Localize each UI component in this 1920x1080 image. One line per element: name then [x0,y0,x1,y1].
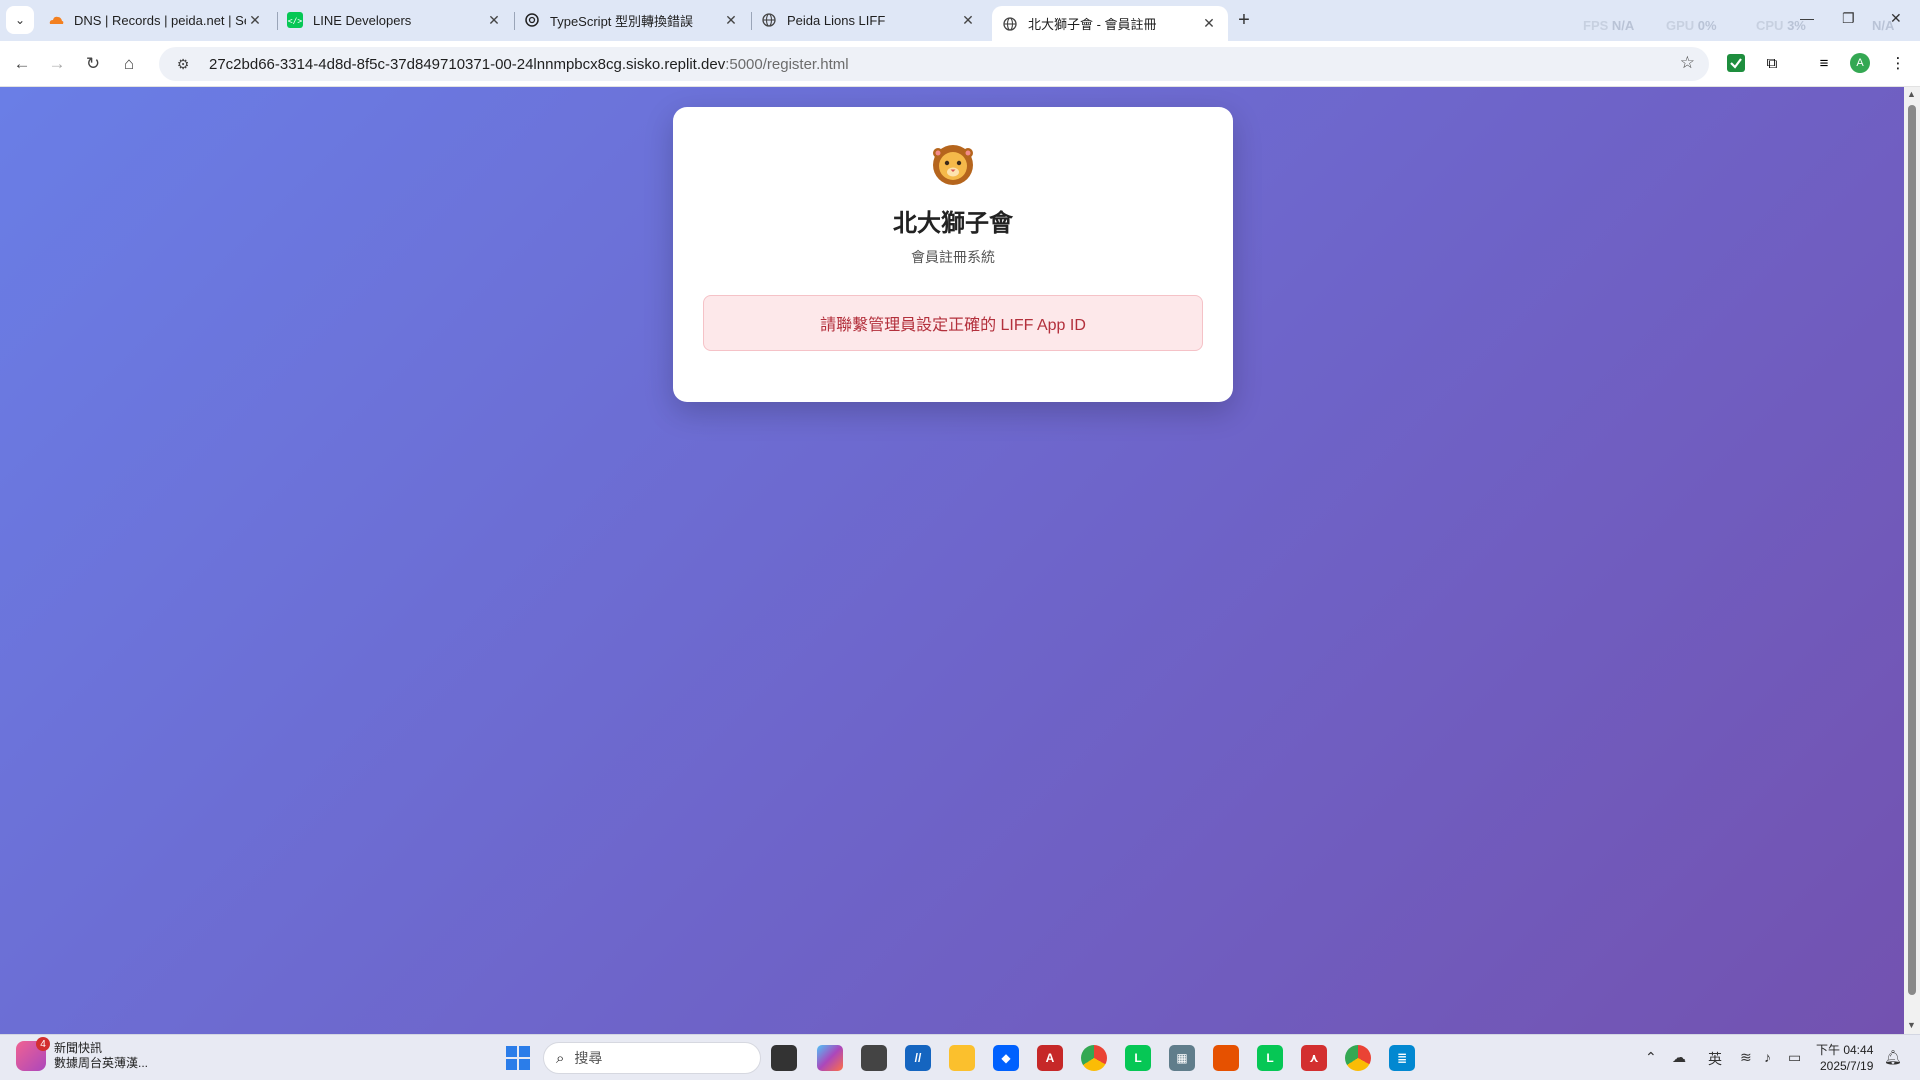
file-explorer-icon[interactable] [949,1045,975,1071]
line-icon-2[interactable]: L [1257,1045,1283,1071]
taskbar-search[interactable]: ⌕ 搜尋 [543,1042,761,1074]
page-background: 北大獅子會 會員註冊系統 請聯繫管理員設定正確的 LIFF App ID [0,87,1904,1034]
home-icon[interactable]: ⌂ [116,51,142,77]
tab-search-button[interactable]: ⌄ [6,6,34,34]
globe-icon [761,12,777,28]
tab-peida-lions-liff[interactable]: Peida Lions LIFF ✕ [751,6,987,34]
close-icon[interactable]: ✕ [1200,15,1218,32]
svg-text:</>: </> [288,17,303,26]
clock-time: 下午 04:44 [1816,1043,1874,1057]
line-dev-icon: </> [287,12,303,28]
more-menu-icon[interactable]: ⋮ [1887,52,1909,74]
calculator-icon[interactable]: ▦ [1169,1045,1195,1071]
cloudflare-icon [48,12,64,28]
globe-icon [1002,16,1018,32]
news-text: 新聞快訊 數據周台英薄漢... [54,1041,148,1071]
news-icon: 4 [16,1037,50,1071]
page-title: 北大獅子會 [893,210,1013,237]
news-widget[interactable]: 4 新聞快訊 數據周台英薄漢... [16,1037,148,1071]
site-info-icon[interactable]: ⚙ [169,56,197,73]
error-alert: 請聯繫管理員設定正確的 LIFF App ID [703,295,1203,351]
close-icon[interactable]: ✕ [485,12,503,29]
volume-icon[interactable]: ♪ [1764,1049,1771,1065]
perf-cpu: CPU 3% [1756,18,1806,33]
url-host: 27c2bd66-3314-4d8d-8f5c-37d849710371-00-… [209,55,726,73]
tab-title: TypeScript 型別轉換錯誤 [550,13,694,29]
url-path: :5000/register.html [725,55,849,73]
page-subtitle: 會員註冊系統 [911,249,995,265]
openai-icon [524,12,540,28]
clock[interactable]: 下午 04:44 2025/7/19 [1816,1042,1873,1074]
windows-start-icon[interactable] [506,1046,530,1070]
avatar[interactable]: A [1849,52,1871,74]
tab-typescript[interactable]: TypeScript 型別轉換錯誤 ✕ [514,6,750,34]
address-bar[interactable]: ⚙ 27c2bd66-3314-4d8d-8f5c-37d849710371-0… [159,47,1709,81]
chrome-icon-2[interactable] [1345,1045,1371,1071]
tab-register-active[interactable]: 北大獅子會 - 會員註冊 ✕ [992,6,1228,41]
profile-initial: A [1850,53,1870,73]
notification-icon[interactable]: 🔔︎ [1884,1049,1902,1066]
perf-fps: FPS N/A [1583,18,1635,33]
extension-check-icon[interactable] [1725,52,1747,74]
lion-icon [931,143,975,185]
clock-date: 2025/7/19 [1819,1059,1874,1073]
news-title: 新聞快訊 [54,1041,103,1055]
extensions-puzzle-icon[interactable]: ⧉ [1761,52,1783,74]
access-icon[interactable]: A [1037,1045,1063,1071]
close-window-icon[interactable]: ✕ [1890,10,1902,27]
wifi-icon[interactable]: ≋ [1740,1049,1752,1066]
onedrive-icon[interactable]: ☁ [1672,1049,1686,1066]
news-subtitle: 數據周台英薄漢... [54,1056,149,1070]
restore-icon[interactable]: ❐ [1842,10,1855,27]
close-icon[interactable]: ✕ [722,12,740,29]
tab-dns-records[interactable]: DNS | Records | peida.net | Se ✕ [38,6,274,34]
url-text[interactable]: 27c2bd66-3314-4d8d-8f5c-37d849710371-00-… [209,56,849,73]
page-scrollbar[interactable]: ▲ ▼ [1904,87,1920,1034]
close-icon[interactable]: ✕ [246,12,264,29]
scroll-thumb[interactable] [1908,105,1916,995]
chevron-up-icon[interactable]: ⌃ [1645,1049,1657,1066]
ime-indicator[interactable]: 英 [1708,1049,1722,1069]
tab-title: 北大獅子會 - 會員註冊 [1028,17,1157,32]
news-badge: 4 [36,1037,50,1051]
plus-icon: + [1238,8,1250,31]
browser-toolbar: ← → ↻ ⌂ ⚙ 27c2bd66-3314-4d8d-8f5c-37d849… [0,41,1920,87]
tab-title: Peida Lions LIFF [787,12,886,28]
new-tab-button[interactable]: + [1232,8,1256,32]
battery-icon[interactable]: ▭ [1788,1049,1801,1066]
app-orange-icon[interactable] [1213,1045,1239,1071]
dropbox-icon[interactable]: ◆ [993,1045,1019,1071]
scroll-down-icon[interactable]: ▼ [1907,1020,1916,1030]
task-view-icon[interactable] [771,1045,797,1071]
chrome-icon[interactable] [1081,1045,1107,1071]
app-cube-icon[interactable] [861,1045,887,1071]
taskbar: 4 新聞快訊 數據周台英薄漢... ⌕ 搜尋 // ◆ A L ▦ L ⋏ ≣ … [0,1034,1920,1080]
tab-title: DNS | Records | peida.net | Se [74,12,246,28]
app-blue-icon[interactable]: // [905,1045,931,1071]
notepad-icon[interactable]: ≣ [1389,1045,1415,1071]
perf-gpu: GPU 0% [1666,18,1717,33]
acrobat-icon[interactable]: ⋏ [1301,1045,1327,1071]
error-message: 請聯繫管理員設定正確的 LIFF App ID [820,317,1086,334]
bookmark-star-icon[interactable]: ☆ [1680,53,1695,73]
media-controls-icon[interactable]: ≡ [1813,52,1835,74]
minimize-icon[interactable]: — [1800,10,1814,26]
copilot-icon[interactable] [817,1045,843,1071]
tab-strip: ⌄ DNS | Records | peida.net | Se ✕ </> L… [0,0,1920,41]
tab-title: LINE Developers [313,12,412,28]
line-icon[interactable]: L [1125,1045,1151,1071]
search-placeholder: 搜尋 [574,1050,603,1066]
search-icon: ⌕ [556,1049,565,1067]
reload-icon[interactable]: ↻ [80,51,106,77]
chevron-down-icon: ⌄ [14,13,26,27]
register-card: 北大獅子會 會員註冊系統 請聯繫管理員設定正確的 LIFF App ID [673,107,1233,402]
close-icon[interactable]: ✕ [959,12,977,29]
forward-arrow-icon[interactable]: → [44,51,70,77]
tab-line-developers[interactable]: </> LINE Developers ✕ [277,6,513,34]
scroll-up-icon[interactable]: ▲ [1907,89,1916,99]
back-arrow-icon[interactable]: ← [9,51,35,77]
